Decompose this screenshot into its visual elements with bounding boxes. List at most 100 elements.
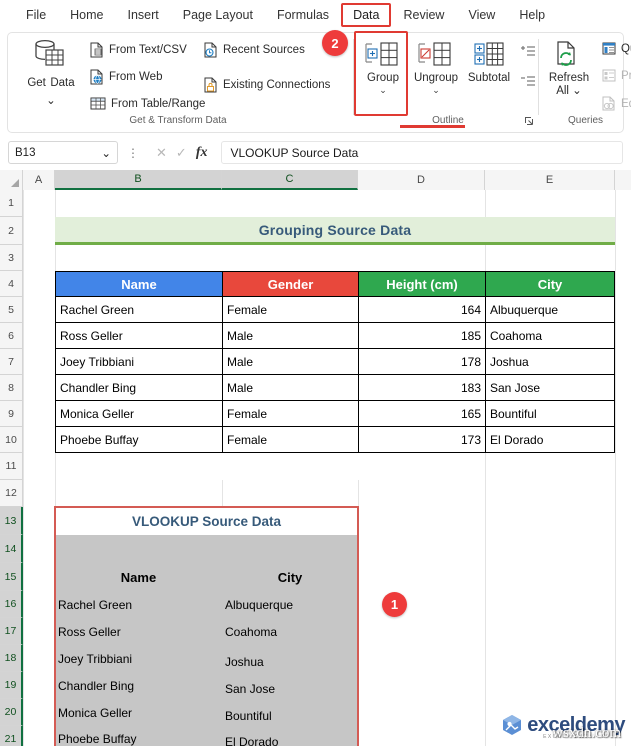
row-header-12[interactable]: 12 (0, 480, 23, 507)
edit-links-button[interactable]: Ed (602, 96, 631, 111)
tab-file[interactable]: File (14, 4, 58, 26)
row-header-6[interactable]: 6 (0, 323, 23, 349)
column-header-c[interactable]: C (222, 170, 358, 190)
tab-home[interactable]: Home (58, 4, 115, 26)
tab-data[interactable]: Data (341, 3, 392, 27)
table-row: 185 (358, 323, 485, 349)
row-header-14[interactable]: 14 (0, 535, 23, 563)
ribbon-separator-2 (538, 39, 539, 115)
select-all-button[interactable] (0, 170, 23, 190)
row-header-10[interactable]: 10 (0, 427, 23, 453)
table-row: 173 (358, 427, 485, 453)
row-header-1[interactable]: 1 (0, 190, 23, 217)
tab-view[interactable]: View (456, 4, 507, 26)
name-box-chevron-down-icon[interactable]: ⌄ (101, 146, 111, 160)
ungroup-button[interactable]: Ungroup ⌄ (410, 40, 462, 95)
cancel-icon[interactable]: ✕ (156, 145, 167, 161)
list-item: San Jose (225, 681, 276, 696)
get-data-label-line1: Get (27, 77, 46, 89)
list-item: Joshua (225, 654, 264, 669)
from-table-range-label: From Table/Range (111, 97, 206, 110)
edit-links-label: Ed (621, 97, 631, 110)
watermark: exceldemy EXCEL · DATA · BI wsxdn.com (501, 714, 625, 741)
list-item: Phoebe Buffay (58, 732, 137, 746)
ungroup-label: Ungroup (413, 72, 459, 84)
table-row: 183 (358, 375, 485, 401)
from-web-button[interactable]: From Web (90, 69, 162, 85)
tab-page-layout[interactable]: Page Layout (171, 4, 265, 26)
subtotal-button[interactable]: Subtotal (460, 40, 518, 85)
queries-connections-button[interactable]: Qu (602, 42, 631, 55)
vlookup-title: VLOOKUP Source Data (55, 507, 358, 535)
step-badge-1: 1 (382, 592, 407, 617)
column-header-d[interactable]: D (358, 170, 485, 190)
table-row: San Jose (485, 375, 615, 401)
row-header-15[interactable]: 15 (0, 563, 23, 591)
tab-insert[interactable]: Insert (116, 4, 171, 26)
vlookup-header-city: City (277, 569, 303, 585)
row-header-11[interactable]: 11 (0, 453, 23, 480)
row-header-3[interactable]: 3 (0, 245, 23, 271)
row-header-4[interactable]: 4 (0, 271, 23, 297)
row-header-9[interactable]: 9 (0, 401, 23, 427)
show-detail-button[interactable] (520, 45, 536, 64)
existing-connections-button[interactable]: Existing Connections (204, 77, 330, 93)
ungroup-chevron-icon[interactable]: ⌄ (410, 85, 462, 95)
table-row: Phoebe Buffay (55, 427, 222, 453)
get-data-button[interactable]: Get Data ⌄ (22, 39, 80, 109)
row-header-21[interactable]: 21 (0, 726, 23, 746)
enter-icon[interactable]: ✓ (176, 145, 187, 161)
recent-sources-button[interactable]: Recent Sources (204, 42, 305, 58)
row-header-13[interactable]: 13 (0, 507, 23, 535)
table-row: Female (222, 401, 358, 427)
tab-formulas[interactable]: Formulas (265, 4, 341, 26)
hide-detail-icon (521, 76, 535, 86)
table-row: Joey Tribbiani (55, 349, 222, 375)
column-header-a[interactable]: A (23, 170, 55, 190)
row-header-16[interactable]: 16 (0, 591, 23, 618)
exceldemy-logo-icon (503, 715, 522, 735)
from-table-range-button[interactable]: From Table/Range (90, 96, 205, 111)
outline-dialog-launcher[interactable] (524, 113, 534, 131)
column-header-b[interactable]: B (55, 170, 222, 190)
excel-window: File Home Insert Page Layout Formulas Da… (0, 0, 631, 746)
subtotal-icon (474, 42, 504, 66)
ungroup-icon (418, 42, 451, 66)
row-header-2[interactable]: 2 (0, 217, 23, 245)
row-header-18[interactable]: 18 (0, 645, 23, 672)
formula-bar-options-icon[interactable]: ⋮ (124, 146, 142, 160)
table-row: Male (222, 349, 358, 375)
hide-detail-button[interactable] (520, 75, 536, 94)
row-header-7[interactable]: 7 (0, 349, 23, 375)
main-table-header-height: Height (cm) (358, 271, 485, 297)
name-box[interactable]: B13 ⌄ (8, 141, 118, 164)
queries-connections-icon (602, 42, 616, 55)
list-item: Ross Geller (58, 624, 121, 639)
tab-help[interactable]: Help (507, 4, 557, 26)
insert-function-icon[interactable]: fx (196, 145, 208, 161)
tab-review[interactable]: Review (391, 4, 456, 26)
column-header-e[interactable]: E (485, 170, 615, 190)
row-header-17[interactable]: 17 (0, 618, 23, 645)
table-row: Monica Geller (55, 401, 222, 427)
formula-input[interactable]: VLOOKUP Source Data (221, 141, 623, 164)
formula-input-value: VLOOKUP Source Data (230, 145, 359, 160)
row-header-19[interactable]: 19 (0, 672, 23, 699)
refresh-all-icon (557, 41, 575, 66)
row-header-5[interactable]: 5 (0, 297, 23, 323)
from-text-csv-button[interactable]: From Text/CSV (90, 42, 187, 58)
refresh-all-button[interactable]: Refresh All ⌄ (542, 40, 596, 98)
banner-title: Grouping Source Data (55, 217, 615, 245)
queries-connections-label: Qu (621, 42, 631, 55)
dialog-launcher-icon (525, 117, 533, 125)
vlookup-header-name: Name (120, 569, 157, 585)
row-header-8[interactable]: 8 (0, 375, 23, 401)
properties-button[interactable]: Pr (602, 69, 631, 82)
existing-connections-label: Existing Connections (223, 79, 331, 91)
column-header-f[interactable] (615, 170, 631, 190)
row-header-20[interactable]: 20 (0, 699, 23, 726)
sheet-canvas[interactable]: Grouping Source Data Name Gender Height … (23, 190, 631, 746)
web-icon (90, 69, 103, 85)
existing-connections-icon (204, 77, 217, 93)
table-row: Male (222, 323, 358, 349)
